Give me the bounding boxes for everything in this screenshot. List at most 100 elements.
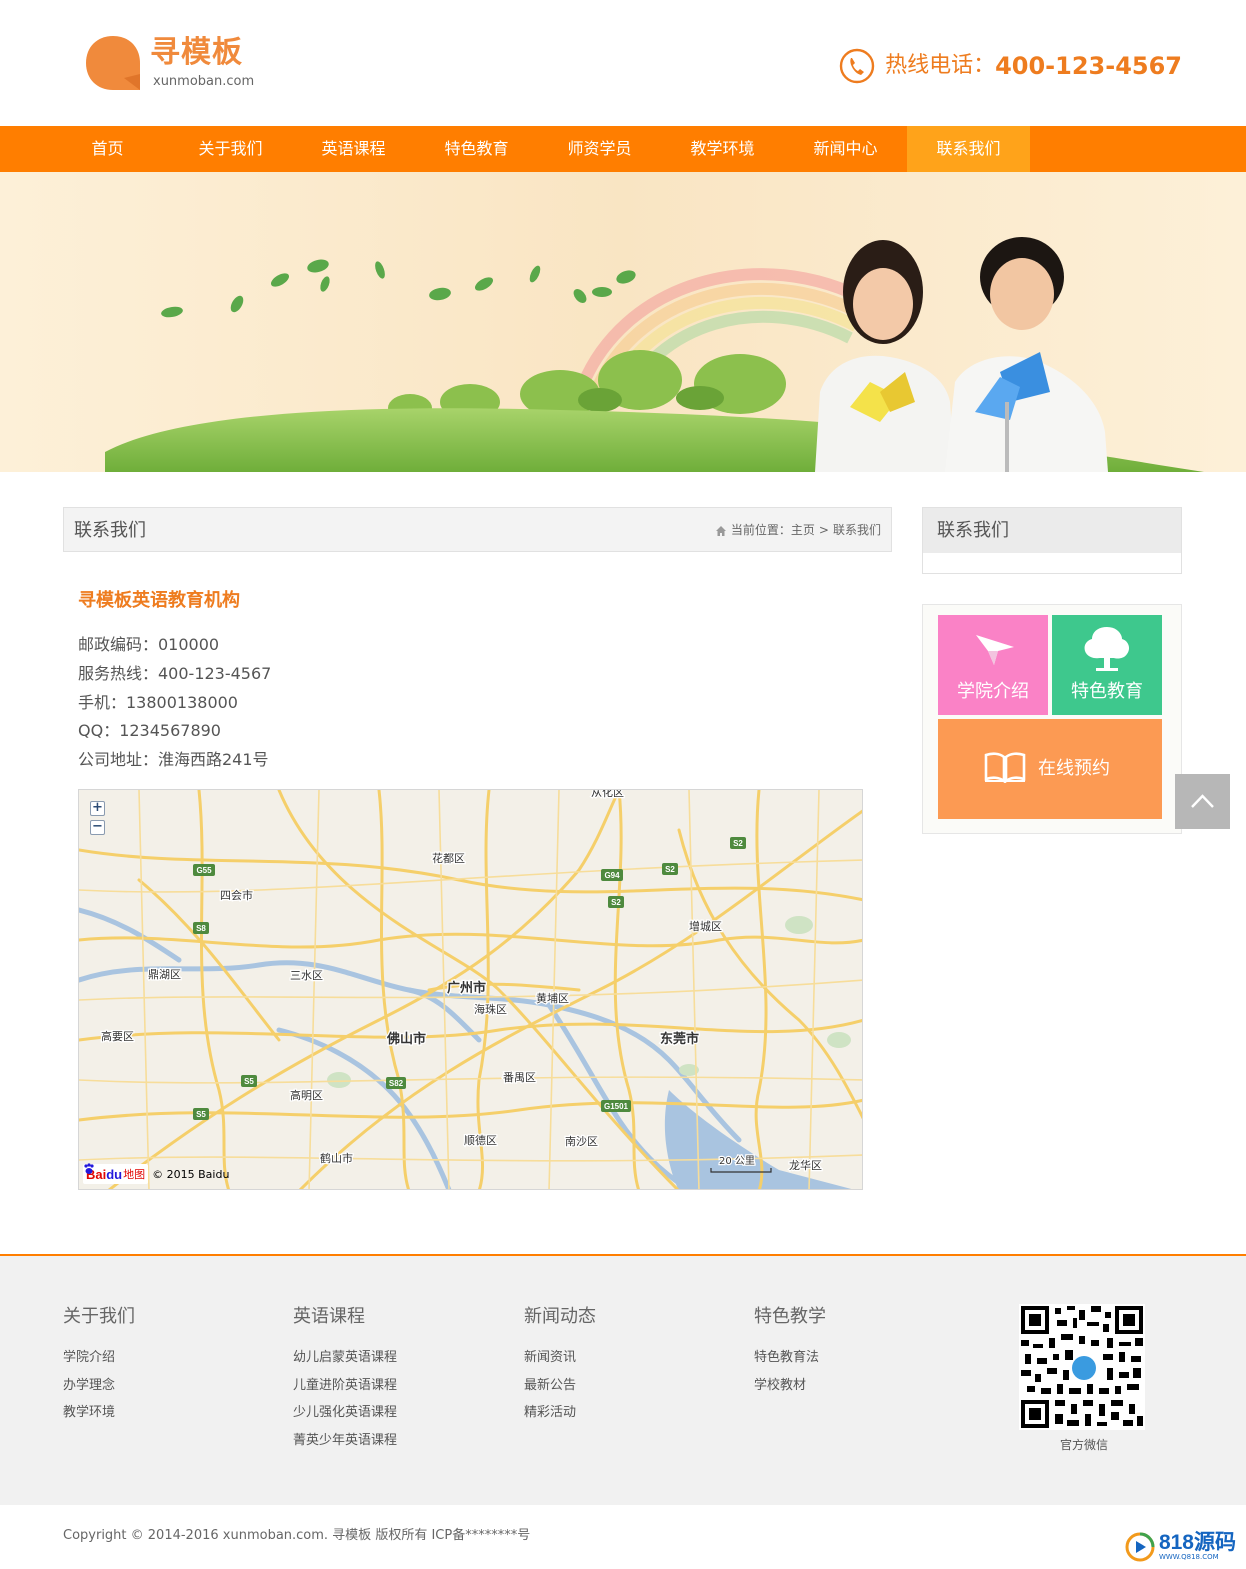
logo-domain: xunmoban.com — [153, 74, 255, 89]
shield-g1501: G1501 — [604, 1102, 629, 1111]
qr-label: 官方微信 — [1059, 1438, 1108, 1452]
map-label-foshan: 佛山市 — [386, 1031, 426, 1047]
home-icon — [715, 525, 726, 536]
site-logo[interactable]: 寻模板 xunmoban.com — [84, 32, 284, 96]
footer-link[interactable]: 菁英少年英语课程 — [293, 1427, 493, 1455]
company-address: 公司地址：淮海西路241号 — [78, 750, 269, 770]
footer-link[interactable]: 幼儿启蒙英语课程 — [293, 1344, 493, 1372]
nav-item-courses[interactable]: 英语课程 — [292, 126, 415, 172]
map-label-nansha: 南沙区 — [565, 1135, 598, 1148]
breadcrumb: 当前位置： 主页 > 联系我们 — [715, 508, 881, 553]
map-label-dongguan: 东莞市 — [660, 1031, 699, 1047]
site-footer: 关于我们 学院介绍 办学理念 教学环境 英语课程 幼儿启蒙英语课程 儿童进阶英语… — [0, 1254, 1246, 1505]
sidebar-title: 联系我们 — [923, 508, 1181, 553]
map-label-conghua: 从化区 — [591, 790, 624, 799]
map-scale-label: 20 公里 — [719, 1155, 755, 1167]
footer-col-title: 特色教学 — [754, 1306, 826, 1327]
footer-col-about: 关于我们 学院介绍 办学理念 教学环境 — [63, 1304, 263, 1427]
nav-item-featured[interactable]: 特色教育 — [415, 126, 538, 172]
footer-link[interactable]: 教学环境 — [63, 1399, 263, 1427]
mobile-number: 手机：13800138000 — [78, 692, 238, 712]
footer-link[interactable]: 最新公告 — [524, 1372, 724, 1400]
organization-name: 寻模板英语教育机构 — [78, 590, 240, 611]
map-label-huadu: 花都区 — [432, 852, 465, 865]
page-title: 联系我们 — [74, 520, 146, 541]
map-copyright: © 2015 Baidu — [152, 1167, 230, 1181]
qr-center-logo — [1072, 1356, 1096, 1380]
shield-s5a: S5 — [244, 1077, 254, 1086]
tile-online-booking-label: 在线预约 — [1038, 758, 1110, 779]
breadcrumb-home-link[interactable]: 主页 — [791, 508, 815, 553]
banner-illustration — [0, 172, 1246, 472]
footer-link[interactable]: 儿童进阶英语课程 — [293, 1372, 493, 1400]
nav-item-teachers[interactable]: 师资学员 — [538, 126, 661, 172]
footer-col-title: 新闻动态 — [524, 1306, 596, 1327]
copyright-text: Copyright © 2014-2016 xunmoban.com. 寻模板 … — [63, 1528, 531, 1543]
footer-link[interactable]: 学校教材 — [754, 1372, 954, 1400]
map-canvas[interactable]: G55 S8 S5 S5 S82 G94 S2 S2 S2 G1501 花都区 … — [79, 790, 863, 1190]
map-label-panyu: 番禺区 — [503, 1071, 536, 1084]
map-zoom-out-button[interactable]: − — [90, 820, 105, 835]
footer-link[interactable]: 学院介绍 — [63, 1344, 263, 1372]
map-label-gaoming: 高明区 — [290, 1088, 323, 1102]
footer-link[interactable]: 少儿强化英语课程 — [293, 1399, 493, 1427]
back-to-top-button[interactable] — [1175, 774, 1230, 829]
nav-item-contact[interactable]: 联系我们 — [907, 126, 1030, 172]
shield-s2a: S2 — [611, 898, 621, 907]
sidebar-quick-links: 学院介绍 特色教育 在线预约 — [922, 604, 1182, 834]
shield-s5b: S5 — [196, 1110, 206, 1119]
shield-s8: S8 — [196, 924, 206, 933]
shield-s2b: S2 — [665, 865, 675, 874]
logo-name: 寻模板 — [150, 35, 243, 70]
nav-item-environment[interactable]: 教学环境 — [661, 126, 784, 172]
sidebar-contact-box: 联系我们 — [922, 507, 1182, 574]
breadcrumb-separator: > — [818, 523, 829, 537]
phone-icon — [839, 48, 875, 84]
footer-link[interactable]: 特色教育法 — [754, 1344, 954, 1372]
footer-link[interactable]: 办学理念 — [63, 1372, 263, 1400]
nav-item-home[interactable]: 首页 — [46, 126, 169, 172]
breadcrumb-prefix: 当前位置： — [730, 523, 791, 537]
tile-college-intro[interactable]: 学院介绍 — [938, 615, 1048, 715]
nav-list: 首页 关于我们 英语课程 特色教育 师资学员 教学环境 新闻中心 联系我们 — [46, 126, 1030, 172]
map-zoom-in-button[interactable]: + — [90, 801, 105, 816]
baidu-map[interactable]: G55 S8 S5 S5 S82 G94 S2 S2 S2 G1501 花都区 … — [78, 789, 863, 1190]
paper-plane-icon — [976, 635, 1014, 665]
open-book-icon — [984, 752, 1026, 783]
qq-number: QQ：1234567890 — [78, 721, 221, 741]
service-hotline: 服务热线：400-123-4567 — [78, 663, 272, 683]
breadcrumb-current[interactable]: 联系我们 — [833, 508, 881, 553]
map-label-gaoyao: 高要区 — [101, 1029, 134, 1043]
shield-g55: G55 — [196, 866, 212, 875]
baidu-logo: Bai du 地图 — [83, 1163, 149, 1184]
shield-s2c: S2 — [733, 839, 743, 848]
footer-col-title: 英语课程 — [293, 1306, 365, 1327]
chevron-up-icon — [1191, 794, 1214, 808]
wechat-qr-code — [1019, 1304, 1145, 1430]
footer-col-teaching: 特色教学 特色教育法 学校教材 — [754, 1304, 954, 1399]
map-label-haizhu: 海珠区 — [474, 1002, 507, 1016]
hero-banner — [0, 172, 1246, 472]
tile-featured-education[interactable]: 特色教育 — [1052, 615, 1162, 715]
footer-link[interactable]: 新闻资讯 — [524, 1344, 724, 1372]
footer-col-news: 新闻动态 新闻资讯 最新公告 精彩活动 — [524, 1304, 724, 1427]
source-badge[interactable]: 818源码 WWW.Q818.COM — [1124, 1527, 1236, 1567]
hotline-number: 400-123-4567 — [995, 52, 1182, 80]
map-label-huangpu: 黄埔区 — [536, 991, 569, 1005]
map-label-shunde: 顺德区 — [464, 1133, 497, 1147]
map-label-heshan: 鹤山市 — [320, 1151, 353, 1165]
map-label-dinghu: 鼎湖区 — [148, 968, 181, 981]
tree-icon — [1084, 627, 1130, 671]
footer-link[interactable]: 精彩活动 — [524, 1399, 724, 1427]
tile-college-intro-label: 学院介绍 — [957, 681, 1029, 702]
footer-col-title: 关于我们 — [63, 1306, 135, 1327]
site-header: 寻模板 xunmoban.com 热线电话： 400-123-4567 — [0, 0, 1246, 126]
hotline: 热线电话： 400-123-4567 — [839, 46, 1182, 86]
tile-online-booking[interactable]: 在线预约 — [938, 719, 1162, 819]
baidu-paw-icon — [84, 1163, 94, 1174]
shield-s82: S82 — [389, 1079, 404, 1088]
map-attribution: Bai du 地图 © 2015 Baidu — [83, 1163, 229, 1185]
nav-item-news[interactable]: 新闻中心 — [784, 126, 907, 172]
nav-item-about[interactable]: 关于我们 — [169, 126, 292, 172]
tile-featured-education-label: 特色教育 — [1071, 681, 1143, 702]
